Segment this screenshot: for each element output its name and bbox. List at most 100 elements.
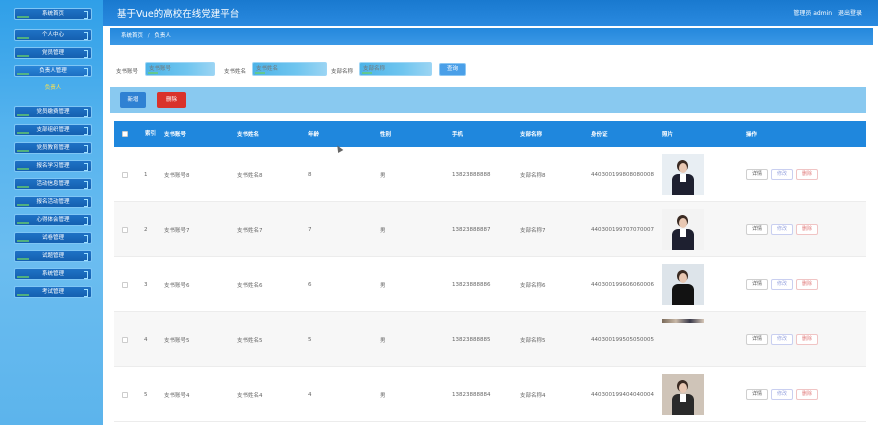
branch-search-input-wrap[interactable] bbox=[359, 62, 432, 76]
breadcrumb: 系统首页 / 负责人 bbox=[110, 28, 873, 45]
row-name: 支书姓名5 bbox=[237, 337, 263, 344]
row-branch: 支部名称6 bbox=[520, 282, 546, 289]
row-idcard: 440300199505050005 bbox=[591, 336, 654, 343]
name-search-input[interactable] bbox=[253, 63, 326, 75]
avatar bbox=[662, 374, 704, 415]
sidebar-item-personal-center[interactable]: 个人中心 bbox=[14, 29, 92, 41]
admin-user-label: 管理员 admin bbox=[793, 10, 833, 17]
sidebar-item-activity-signup[interactable]: 报名活动管理 bbox=[14, 196, 92, 208]
row-idcard: 440300199808080008 bbox=[591, 171, 654, 178]
row-checkbox[interactable] bbox=[122, 281, 128, 288]
edit-button[interactable]: 修改 bbox=[771, 279, 794, 290]
sidebar: 系统首页 个人中心 党员管理 负责人管理 负责人 党员缴费管理 支部组织管理 党… bbox=[0, 0, 103, 425]
row-branch: 支部名称7 bbox=[520, 227, 546, 234]
row-age: 5 bbox=[308, 336, 312, 343]
row-gender: 男 bbox=[380, 282, 386, 289]
sidebar-item-experience[interactable]: 心得体会管理 bbox=[14, 214, 92, 226]
account-search-input[interactable] bbox=[146, 63, 214, 75]
row-delete-button[interactable]: 删除 bbox=[796, 279, 819, 290]
sidebar-item-exam[interactable]: 考试管理 bbox=[14, 286, 92, 298]
row-delete-button[interactable]: 删除 bbox=[796, 224, 819, 235]
sidebar-item-member[interactable]: 党员管理 bbox=[14, 47, 92, 59]
header-ops: 操作 bbox=[746, 132, 758, 138]
row-gender: 男 bbox=[380, 172, 386, 179]
sidebar-item-education[interactable]: 党员教育管理 bbox=[14, 142, 92, 154]
sidebar-item-activity[interactable]: 活动信息管理 bbox=[14, 178, 92, 190]
row-delete-button[interactable]: 删除 bbox=[796, 334, 819, 345]
header-select-all[interactable] bbox=[122, 121, 128, 147]
row-branch: 支部名称4 bbox=[520, 392, 546, 399]
row-phone: 13823888888 bbox=[452, 171, 491, 178]
detail-button[interactable]: 详情 bbox=[746, 169, 769, 180]
sidebar-item-study[interactable]: 报名学习管理 bbox=[14, 160, 92, 172]
header-age: 年龄 bbox=[308, 132, 320, 138]
row-delete-button[interactable]: 删除 bbox=[796, 389, 819, 400]
row-checkbox[interactable] bbox=[122, 171, 128, 178]
delete-button[interactable]: 删除 bbox=[157, 92, 186, 108]
breadcrumb-separator: / bbox=[147, 33, 150, 39]
table-row: 5 支书账号4 支书姓名4 4 男 13823888884 支部名称4 4403… bbox=[114, 367, 866, 422]
branch-search-label: 支部名称 bbox=[331, 69, 354, 75]
logout-link[interactable]: 退出登录 bbox=[838, 10, 862, 17]
avatar bbox=[662, 154, 704, 195]
row-idcard: 440300199606060006 bbox=[591, 281, 654, 288]
name-search-label: 支书姓名 bbox=[224, 69, 247, 75]
row-gender: 男 bbox=[380, 392, 386, 399]
row-account: 支书账号4 bbox=[164, 392, 190, 399]
row-gender: 男 bbox=[380, 337, 386, 344]
search-button[interactable]: 查询 bbox=[439, 63, 466, 76]
breadcrumb-current: 负责人 bbox=[154, 33, 171, 39]
add-button[interactable]: 新增 bbox=[120, 92, 146, 108]
row-account: 支书账号8 bbox=[164, 172, 190, 179]
select-all-checkbox[interactable] bbox=[122, 131, 128, 137]
row-name: 支书姓名8 bbox=[237, 172, 263, 179]
row-name: 支书姓名4 bbox=[237, 392, 263, 399]
edit-button[interactable]: 修改 bbox=[771, 334, 794, 345]
row-age: 8 bbox=[308, 171, 312, 178]
sidebar-item-leader[interactable]: 负责人管理 bbox=[14, 65, 92, 77]
edit-button[interactable]: 修改 bbox=[771, 169, 794, 180]
sidebar-subitem-leader[interactable]: 负责人 bbox=[14, 83, 92, 93]
table-header: 索引 支书账号 支书姓名 年龄 性别 手机 支部名称 身份证 照片 操作 bbox=[114, 121, 866, 147]
sidebar-item-paper[interactable]: 试卷管理 bbox=[14, 232, 92, 244]
row-checkbox[interactable] bbox=[122, 391, 128, 398]
account-search-input-wrap[interactable] bbox=[145, 62, 215, 76]
header-idcard: 身份证 bbox=[591, 132, 608, 138]
row-checkbox[interactable] bbox=[122, 226, 128, 233]
row-delete-button[interactable]: 删除 bbox=[796, 169, 819, 180]
name-search-input-wrap[interactable] bbox=[252, 62, 327, 76]
header-branch: 支部名称 bbox=[520, 132, 543, 138]
row-index: 5 bbox=[144, 391, 148, 398]
row-name: 支书姓名6 bbox=[237, 282, 263, 289]
top-header: 基于Vue的高校在线党建平台 管理员 admin 退出登录 bbox=[103, 0, 878, 26]
branch-search-input[interactable] bbox=[360, 63, 431, 75]
row-idcard: 440300199404040004 bbox=[591, 391, 654, 398]
detail-button[interactable]: 详情 bbox=[746, 389, 769, 400]
sidebar-item-fee[interactable]: 党员缴费管理 bbox=[14, 106, 92, 118]
row-phone: 13823888885 bbox=[452, 336, 491, 343]
row-age: 4 bbox=[308, 391, 312, 398]
breadcrumb-home[interactable]: 系统首页 bbox=[121, 33, 143, 39]
row-checkbox[interactable] bbox=[122, 336, 128, 343]
header-photo: 照片 bbox=[662, 132, 674, 138]
table-row: 3 支书账号6 支书姓名6 6 男 13823888886 支部名称6 4403… bbox=[114, 257, 866, 312]
row-age: 6 bbox=[308, 281, 312, 288]
sidebar-item-system[interactable]: 系统管理 bbox=[14, 268, 92, 280]
sidebar-item-question[interactable]: 试题管理 bbox=[14, 250, 92, 262]
detail-button[interactable]: 详情 bbox=[746, 334, 769, 345]
header-user-area: 管理员 admin 退出登录 bbox=[793, 8, 862, 17]
edit-button[interactable]: 修改 bbox=[771, 389, 794, 400]
app-title: 基于Vue的高校在线党建平台 bbox=[117, 9, 240, 20]
detail-button[interactable]: 详情 bbox=[746, 224, 769, 235]
sidebar-item-home[interactable]: 系统首页 bbox=[14, 8, 92, 20]
header-phone: 手机 bbox=[452, 132, 464, 138]
row-gender: 男 bbox=[380, 227, 386, 234]
detail-button[interactable]: 详情 bbox=[746, 279, 769, 290]
row-phone: 13823888884 bbox=[452, 391, 491, 398]
sidebar-item-branch[interactable]: 支部组织管理 bbox=[14, 124, 92, 136]
row-index: 2 bbox=[144, 226, 148, 233]
account-search-label: 支书账号 bbox=[116, 69, 139, 75]
row-index: 3 bbox=[144, 281, 148, 288]
row-idcard: 440300199707070007 bbox=[591, 226, 654, 233]
edit-button[interactable]: 修改 bbox=[771, 224, 794, 235]
